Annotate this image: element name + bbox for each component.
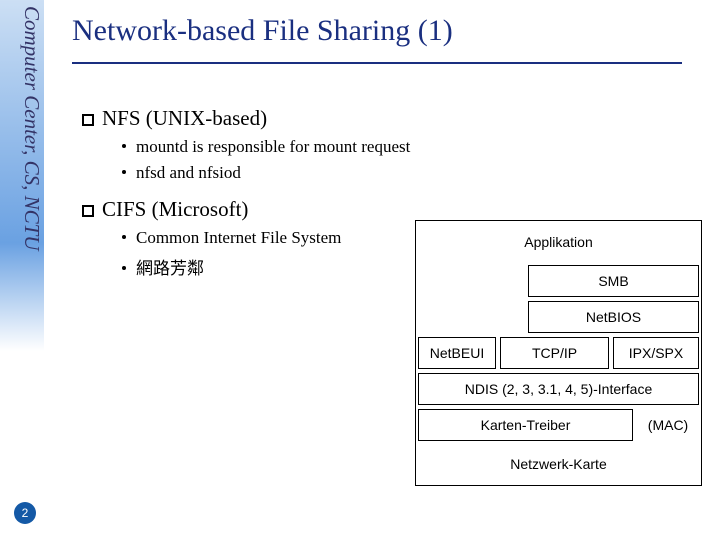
sidebar: Computer Center, CS, NCTU: [0, 0, 44, 540]
diagram-netbios: NetBIOS: [528, 301, 699, 333]
sidebar-org-text: Computer Center, CS, NCTU: [19, 0, 44, 540]
diagram-mac: (MAC): [635, 417, 701, 433]
square-bullet-icon: [82, 205, 94, 217]
diagram-kartentreiber: Karten-Treiber: [418, 409, 633, 441]
diagram-applikation: Applikation: [418, 226, 699, 258]
square-bullet-icon: [82, 114, 94, 126]
page-number: 2: [14, 502, 36, 524]
dot-bullet-icon: [122, 144, 126, 148]
bullet-nfs-label: NFS (UNIX-based): [102, 106, 267, 130]
diagram-smb: SMB: [528, 265, 699, 297]
diagram-tcpip: TCP/IP: [500, 337, 609, 369]
bullet-nfs-sub2-text: nfsd and nfsiod: [136, 163, 241, 182]
diagram-netbeui: NetBEUI: [418, 337, 496, 369]
bullet-cifs-label: CIFS (Microsoft): [102, 197, 248, 221]
bullet-cifs-sub1-text: Common Internet File System: [136, 228, 341, 247]
smb-stack-diagram: Applikation SMB NetBIOS NetBEUI TCP/IP I…: [415, 220, 702, 486]
bullet-nfs-sub2: nfsd and nfsiod: [122, 163, 702, 183]
title-underline: [72, 62, 682, 64]
diagram-ipxspx: IPX/SPX: [613, 337, 699, 369]
bullet-nfs-sub1: mountd is responsible for mount request: [122, 137, 702, 157]
diagram-ndis: NDIS (2, 3, 3.1, 4, 5)-Interface: [418, 373, 699, 405]
bullet-nfs-sub1-text: mountd is responsible for mount request: [136, 137, 410, 156]
dot-bullet-icon: [122, 266, 126, 270]
bullet-nfs: NFS (UNIX-based): [82, 106, 702, 131]
dot-bullet-icon: [122, 235, 126, 239]
bullet-cifs-sub2-text: 網路芳鄰: [136, 259, 204, 278]
bullet-cifs: CIFS (Microsoft): [82, 197, 702, 222]
diagram-netzwerkkarte: Netzwerk-Karte: [418, 448, 699, 480]
dot-bullet-icon: [122, 170, 126, 174]
slide-title: Network-based File Sharing (1): [72, 14, 453, 48]
